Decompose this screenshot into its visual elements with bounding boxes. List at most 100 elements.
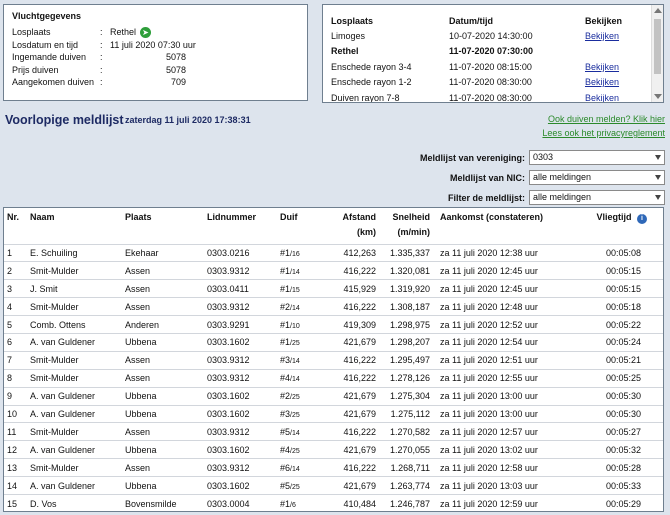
col-header-afstand: Afstand (km) — [326, 208, 377, 244]
cell-vliegtijd: 00:05:30 — [580, 386, 663, 406]
privacy-link[interactable]: Lees ook het privacyreglement — [542, 128, 665, 138]
cell-plaats: Ubbena — [125, 404, 207, 423]
cell-afstand: 410,484 — [326, 493, 376, 513]
col-header-snelheid: Snelheid (m/min) — [376, 208, 430, 244]
table-row: 9 A. van Guldener Ubbena 0303.1602 #2/25 421,… — [4, 386, 663, 406]
cell-duif-number: #4 — [280, 373, 291, 384]
losplaats-panel[interactable]: Losplaats Datum/tijd Bekijken Limoges 10… — [322, 4, 664, 103]
cell-duif: #1/10 — [280, 315, 326, 334]
filter-vereniging-select[interactable]: 0303 — [529, 150, 665, 165]
filter-nic-select[interactable]: alle meldingen — [529, 170, 665, 185]
cell-duif-number: #3 — [280, 355, 291, 366]
cell-afstand: 421,679 — [326, 332, 376, 352]
col-header-afstand-label: Afstand — [342, 212, 377, 222]
cell-duif: #2/14 — [280, 297, 326, 316]
filter-list-select[interactable]: alle meldingen — [529, 190, 665, 205]
cell-aankomst: za 11 juli 2020 12:45 uur — [440, 261, 580, 280]
cell-lidnummer: 0303.9312 — [207, 422, 280, 441]
cell-snelheid: 1.275,304 — [376, 386, 430, 406]
losplaats-view-link[interactable]: Bekijken — [585, 93, 619, 102]
cell-duif: #1/16 — [280, 243, 326, 262]
cell-lidnummer: 0303.1602 — [207, 332, 280, 352]
flight-value-losdatum: 11 juli 2020 07:30 uur — [110, 39, 196, 50]
cell-duif-number: #1 — [280, 319, 291, 330]
cell-duif-total: /25 — [290, 411, 300, 419]
cell-vliegtijd: 00:05:32 — [580, 440, 663, 459]
cell-nr: 14 — [4, 476, 30, 495]
cell-lidnummer: 0303.9312 — [207, 350, 280, 370]
cell-aankomst: za 11 juli 2020 12:38 uur — [440, 243, 580, 262]
losplaats-view-link[interactable]: Bekijken — [585, 31, 619, 41]
cell-lidnummer: 0303.9312 — [207, 368, 280, 388]
cell-naam: Smit-Mulder — [30, 297, 125, 316]
losplaats-scrollbar[interactable] — [651, 5, 663, 102]
filter-nic-row: Meldlijst van NIC: alle meldingen — [450, 170, 665, 185]
flight-info-title: Vluchtgegevens — [12, 11, 82, 21]
cell-nr: 11 — [4, 422, 30, 441]
cell-aankomst: za 11 juli 2020 12:57 uur — [440, 422, 580, 441]
cell-duif-number: #4 — [280, 444, 291, 455]
info-icon[interactable]: i — [637, 214, 647, 224]
cell-duif-total: /14 — [290, 465, 300, 473]
cell-aankomst: za 11 juli 2020 12:55 uur — [440, 368, 580, 388]
cell-snelheid: 1.263,774 — [376, 476, 430, 495]
losplaats-header-view: Bekijken — [585, 15, 623, 26]
flight-row-ingemand: Ingemande duiven : 5078 — [12, 52, 186, 63]
table-row: 7 Smit-Mulder Assen 0303.9312 #3/14 416,222 1.… — [4, 350, 663, 370]
losplaats-datetime: 11-07-2020 07:30:00 — [449, 46, 534, 57]
flight-value-losplaats: Rethel — [110, 27, 137, 38]
cell-nr: 5 — [4, 315, 30, 334]
cell-afstand: 416,222 — [326, 297, 376, 316]
cell-plaats: Ubbena — [125, 476, 207, 495]
cell-plaats: Anderen — [125, 315, 207, 334]
cell-duif-total: /16 — [290, 250, 300, 258]
cell-aankomst: za 11 juli 2020 12:54 uur — [440, 332, 580, 352]
cell-aankomst: za 11 juli 2020 12:45 uur — [440, 279, 580, 298]
cell-nr: 8 — [4, 368, 30, 388]
flight-row-prijs: Prijs duiven : 5078 — [12, 64, 186, 75]
cell-duif: #1/14 — [280, 261, 326, 280]
cell-vliegtijd: 00:05:15 — [580, 261, 663, 280]
scrollbar-thumb[interactable] — [654, 19, 661, 74]
arrow-right-icon[interactable]: ➤ — [140, 26, 152, 38]
cell-nr: 1 — [4, 243, 30, 262]
cell-duif-number: #5 — [280, 426, 291, 437]
scroll-down-icon[interactable] — [654, 94, 662, 99]
filter-list-label: Filter de meldlijst: — [447, 192, 525, 203]
table-row: 13 Smit-Mulder Assen 0303.9312 #6/14 416,222 1… — [4, 458, 663, 477]
cell-afstand: 421,679 — [326, 440, 376, 459]
cell-lidnummer: 0303.9291 — [207, 315, 280, 334]
flight-row-aangekomen: Aangekomen duiven : 709 — [12, 77, 186, 88]
cell-afstand: 421,679 — [326, 476, 376, 495]
cell-duif-number: #1 — [280, 337, 291, 348]
cell-aankomst: za 11 juli 2020 12:59 uur — [440, 493, 580, 513]
results-panel: Nr. Naam Plaats Lidnummer Duif Afstand (… — [3, 207, 664, 513]
cell-afstand: 415,929 — [326, 279, 376, 298]
report-pigeons-link[interactable]: Ook duiven melden? Klik hier — [548, 114, 665, 124]
cell-snelheid: 1.308,187 — [376, 297, 430, 316]
losplaats-header-datetime: Datum/tijd — [449, 15, 493, 26]
cell-nr: 13 — [4, 458, 30, 477]
filter-list-row: Filter de meldlijst: alle meldingen — [448, 190, 665, 205]
cell-plaats: Assen — [125, 422, 207, 441]
col-header-afstand-unit: (km) — [356, 227, 376, 237]
table-row: 15 D. Vos Bovensmilde 0303.0004 #1/6 410,484 1… — [4, 493, 663, 513]
scroll-up-icon[interactable] — [654, 8, 662, 13]
flight-value-ingemand: 5078 — [165, 52, 186, 63]
flight-info-panel: Vluchtgegevens Losplaats : Rethel ➤ Losd… — [3, 4, 308, 101]
cell-plaats: Assen — [125, 279, 207, 298]
losplaats-view-link[interactable]: Bekijken — [585, 77, 619, 87]
losplaats-view-link[interactable]: Bekijken — [585, 62, 619, 72]
cell-lidnummer: 0303.0216 — [207, 243, 280, 262]
cell-aankomst: za 11 juli 2020 13:00 uur — [440, 404, 580, 423]
cell-lidnummer: 0303.1602 — [207, 440, 280, 459]
table-row: 14 A. van Guldener Ubbena 0303.1602 #5/25 421… — [4, 476, 663, 495]
cell-vliegtijd: 00:05:33 — [580, 476, 663, 495]
cell-naam: A. van Guldener — [30, 440, 125, 459]
cell-vliegtijd: 00:05:18 — [580, 297, 663, 316]
losplaats-row: Enschede rayon 3-4 11-07-2020 08:15:00 B… — [331, 59, 651, 75]
cell-afstand: 416,222 — [326, 422, 376, 441]
cell-plaats: Ubbena — [125, 332, 207, 352]
losplaats-view-empty — [585, 44, 651, 60]
cell-aankomst: za 11 juli 2020 13:00 uur — [440, 386, 580, 406]
